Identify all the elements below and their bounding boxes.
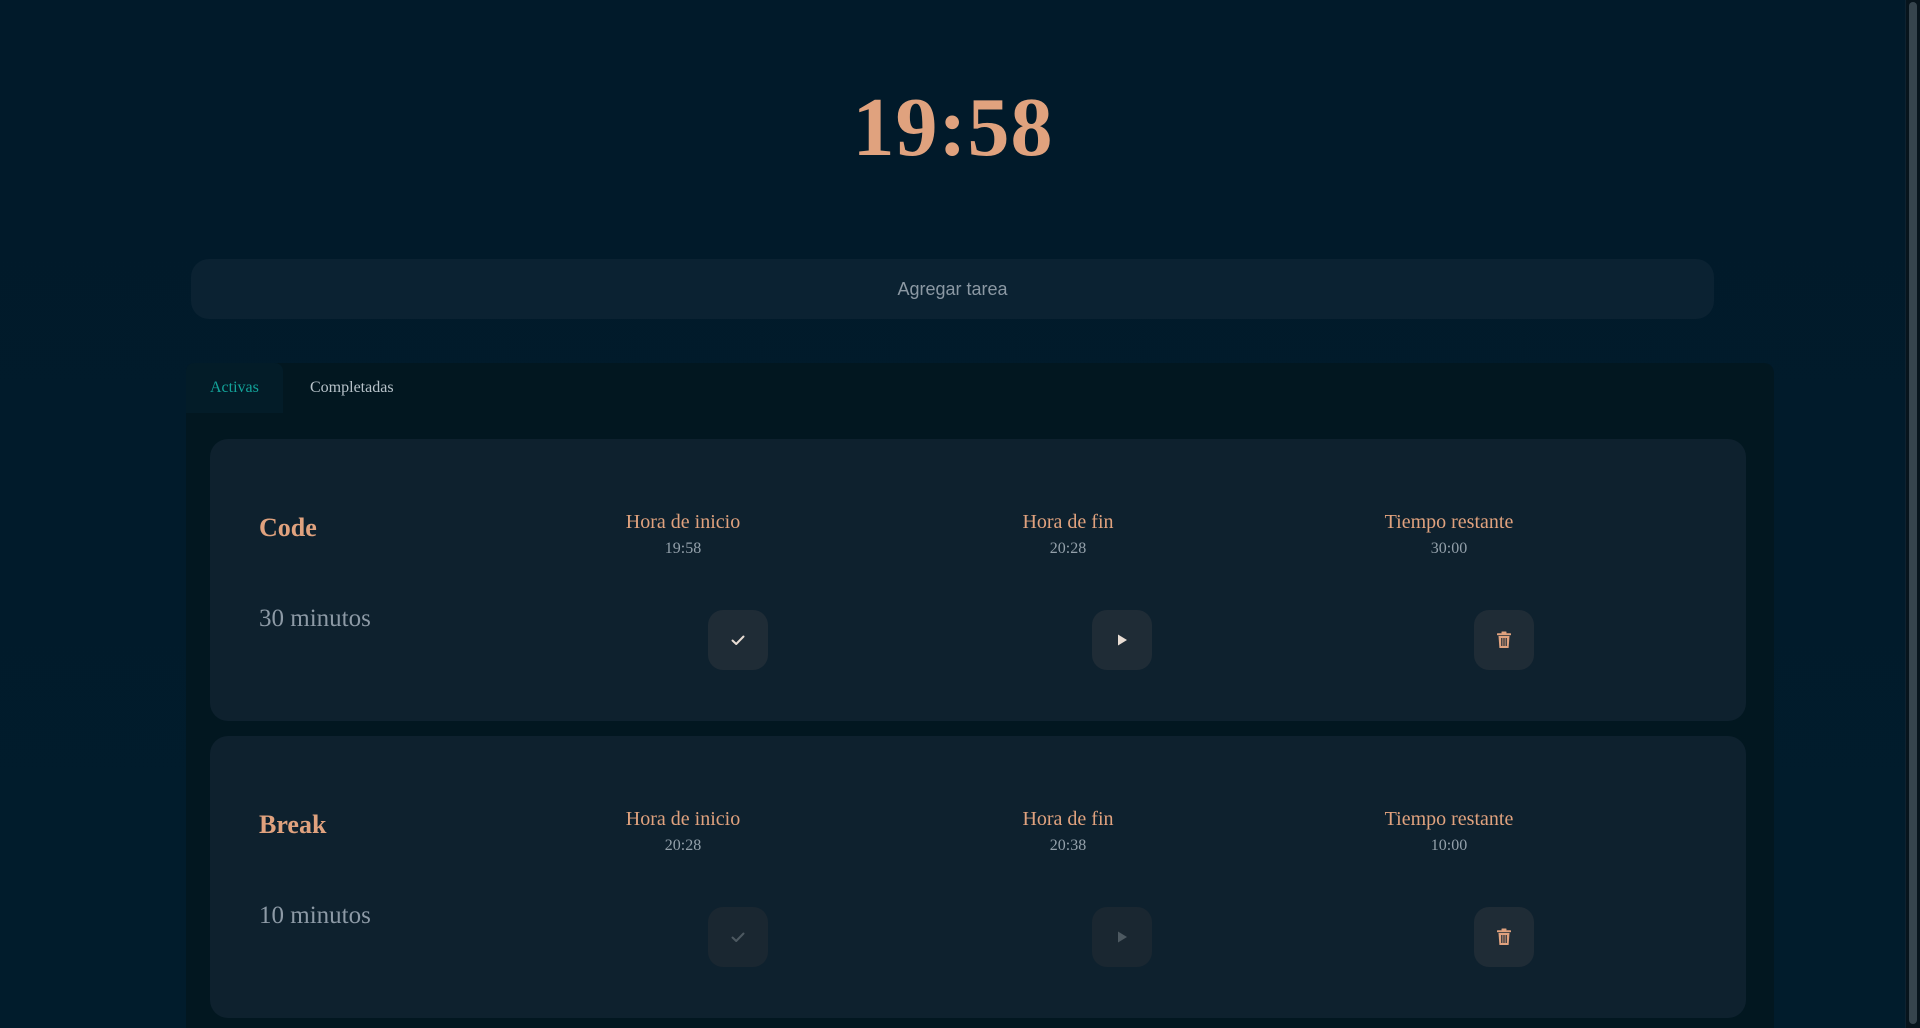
end-time-column: Hora de fin 20:38 (938, 805, 1198, 857)
remaining-time-value: 10:00 (1430, 837, 1468, 854)
task-name: Code (259, 513, 317, 542)
end-time-value: 20:38 (1049, 837, 1087, 854)
remaining-time-label: Tiempo restante (1384, 511, 1514, 533)
tab-completed[interactable]: Completadas (286, 363, 418, 413)
add-task-input[interactable] (191, 259, 1714, 319)
start-time-value: 20:28 (664, 837, 702, 854)
trash-icon (1496, 928, 1512, 946)
task-duration: 10 minutos (259, 902, 371, 929)
task-card: Break 10 minutos Hora de inicio 20:28 Ho… (210, 736, 1746, 1018)
page-scrollbar[interactable] (1905, 0, 1920, 1028)
start-time-value: 19:58 (664, 540, 702, 557)
task-card: Code 30 minutos Hora de inicio 19:58 Hor… (210, 439, 1746, 721)
play-icon (1115, 930, 1129, 944)
end-time-label: Hora de fin (1022, 511, 1114, 533)
end-time-column: Hora de fin 20:28 (938, 508, 1198, 560)
end-time-value: 20:28 (1049, 540, 1087, 557)
play-icon (1115, 633, 1129, 647)
task-duration: 30 minutos (259, 605, 371, 632)
remaining-time-column: Tiempo restante 10:00 (1319, 805, 1579, 857)
task-name: Break (259, 810, 327, 839)
remaining-time-column: Tiempo restante 30:00 (1319, 508, 1579, 560)
start-task-button[interactable] (1092, 610, 1152, 670)
delete-task-button[interactable] (1474, 610, 1534, 670)
tab-active[interactable]: Activas (186, 363, 283, 413)
start-time-label: Hora de inicio (625, 808, 741, 830)
current-time: 19:58 (852, 81, 1054, 174)
check-icon (730, 632, 746, 648)
remaining-time-value: 30:00 (1430, 540, 1468, 557)
scrollbar-thumb[interactable] (1909, 2, 1917, 1024)
start-time-column: Hora de inicio 19:58 (553, 508, 813, 560)
delete-task-button[interactable] (1474, 907, 1534, 967)
check-icon (730, 929, 746, 945)
start-time-column: Hora de inicio 20:28 (553, 805, 813, 857)
complete-task-button[interactable] (708, 907, 768, 967)
remaining-time-label: Tiempo restante (1384, 808, 1514, 830)
end-time-label: Hora de fin (1022, 808, 1114, 830)
tasks-panel: Activas Completadas Code 30 minutos Hora… (186, 363, 1774, 1028)
pomodoro-page: 19:58 Activas Completadas Code 30 minuto… (0, 0, 1920, 1028)
complete-task-button[interactable] (708, 610, 768, 670)
start-time-label: Hora de inicio (625, 511, 741, 533)
start-task-button[interactable] (1092, 907, 1152, 967)
trash-icon (1496, 631, 1512, 649)
